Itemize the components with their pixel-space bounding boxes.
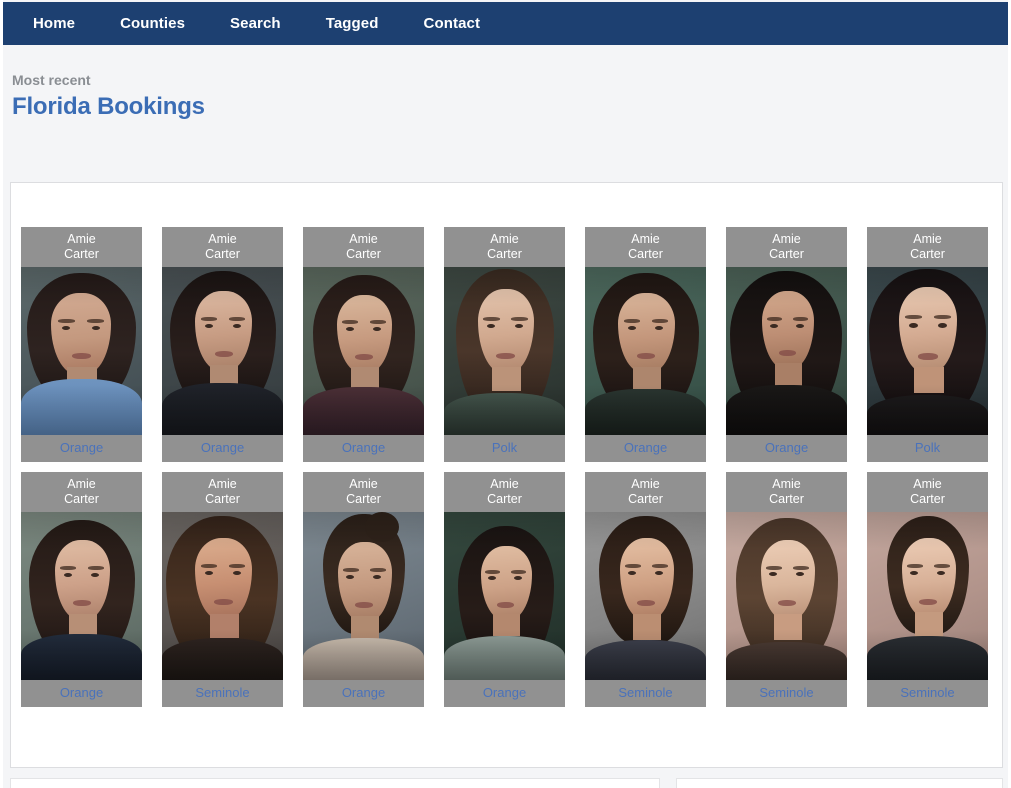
booking-county[interactable]: Orange xyxy=(21,435,142,462)
booking-card[interactable]: Amie Carter Orange xyxy=(303,227,424,462)
booking-name: Amie Carter xyxy=(867,472,988,512)
booking-county[interactable]: Orange xyxy=(303,680,424,707)
nav-item-home[interactable]: Home xyxy=(33,15,75,32)
page-kicker: Most recent xyxy=(12,72,91,88)
booking-name: Amie Carter xyxy=(303,472,424,512)
booking-county[interactable]: Polk xyxy=(444,435,565,462)
mugshot-photo[interactable] xyxy=(867,267,988,435)
main-navigation: Home Counties Search Tagged Contact xyxy=(3,2,1008,45)
booking-name: Amie Carter xyxy=(726,227,847,267)
mugshot-photo[interactable] xyxy=(867,512,988,680)
booking-name: Amie Carter xyxy=(21,227,142,267)
booking-county[interactable]: Orange xyxy=(162,435,283,462)
booking-card[interactable]: Amie Carter Orange xyxy=(585,227,706,462)
mugshot-photo[interactable] xyxy=(444,512,565,680)
booking-card[interactable]: Amie Carter Orange xyxy=(726,227,847,462)
mugshot-photo[interactable] xyxy=(726,267,847,435)
booking-county[interactable]: Seminole xyxy=(867,680,988,707)
booking-name: Amie Carter xyxy=(444,472,565,512)
booking-card[interactable]: Amie Carter Seminole xyxy=(585,472,706,707)
booking-county[interactable]: Orange xyxy=(303,435,424,462)
booking-card[interactable]: Amie Carter Orange xyxy=(303,472,424,707)
results-panel: Amie Carter Orange Amie Carter Orange Am… xyxy=(10,182,1003,768)
booking-name: Amie Carter xyxy=(726,472,847,512)
booking-card[interactable]: Amie Carter Seminole xyxy=(726,472,847,707)
booking-county[interactable]: Seminole xyxy=(726,680,847,707)
mugshot-photo[interactable] xyxy=(585,267,706,435)
nav-item-tagged[interactable]: Tagged xyxy=(326,15,379,32)
mugshot-photo[interactable] xyxy=(162,512,283,680)
booking-county[interactable]: Orange xyxy=(585,435,706,462)
booking-name: Amie Carter xyxy=(162,227,283,267)
booking-name: Amie Carter xyxy=(585,472,706,512)
booking-county[interactable]: Seminole xyxy=(585,680,706,707)
booking-name: Amie Carter xyxy=(303,227,424,267)
nav-item-counties[interactable]: Counties xyxy=(120,15,185,32)
mugshot-photo[interactable] xyxy=(303,512,424,680)
booking-card[interactable]: Amie Carter Polk xyxy=(867,227,988,462)
booking-card[interactable]: Amie Carter Orange xyxy=(444,472,565,707)
nav-item-search[interactable]: Search xyxy=(230,15,281,32)
nav-item-contact[interactable]: Contact xyxy=(424,15,481,32)
booking-county[interactable]: Polk xyxy=(867,435,988,462)
mugshot-photo[interactable] xyxy=(585,512,706,680)
page-root: Home Counties Search Tagged Contact Most… xyxy=(0,0,1011,788)
booking-name: Amie Carter xyxy=(21,472,142,512)
results-row-2: Amie Carter Orange Amie Carter Seminole … xyxy=(21,472,996,707)
booking-card[interactable]: Amie Carter Seminole xyxy=(867,472,988,707)
results-row-1: Amie Carter Orange Amie Carter Orange Am… xyxy=(21,227,996,462)
booking-name: Amie Carter xyxy=(162,472,283,512)
results-grid: Amie Carter Orange Amie Carter Orange Am… xyxy=(21,227,996,717)
mugshot-photo[interactable] xyxy=(444,267,565,435)
booking-name: Amie Carter xyxy=(444,227,565,267)
booking-card[interactable]: Amie Carter Polk xyxy=(444,227,565,462)
footer-panel-right xyxy=(676,778,1003,788)
booking-county[interactable]: Orange xyxy=(21,680,142,707)
booking-card[interactable]: Amie Carter Orange xyxy=(162,227,283,462)
page-title: Florida Bookings xyxy=(12,93,205,120)
booking-county[interactable]: Orange xyxy=(726,435,847,462)
booking-card[interactable]: Amie Carter Orange xyxy=(21,227,142,462)
booking-card[interactable]: Amie Carter Seminole xyxy=(162,472,283,707)
page-left-edge xyxy=(0,0,3,788)
page-heading-block: Most recent Florida Bookings xyxy=(12,72,205,121)
mugshot-photo[interactable] xyxy=(162,267,283,435)
booking-county[interactable]: Seminole xyxy=(162,680,283,707)
mugshot-photo[interactable] xyxy=(726,512,847,680)
booking-name: Amie Carter xyxy=(585,227,706,267)
mugshot-photo[interactable] xyxy=(303,267,424,435)
mugshot-photo[interactable] xyxy=(21,267,142,435)
footer-panel-left xyxy=(10,778,660,788)
booking-card[interactable]: Amie Carter Orange xyxy=(21,472,142,707)
mugshot-photo[interactable] xyxy=(21,512,142,680)
booking-name: Amie Carter xyxy=(867,227,988,267)
booking-county[interactable]: Orange xyxy=(444,680,565,707)
